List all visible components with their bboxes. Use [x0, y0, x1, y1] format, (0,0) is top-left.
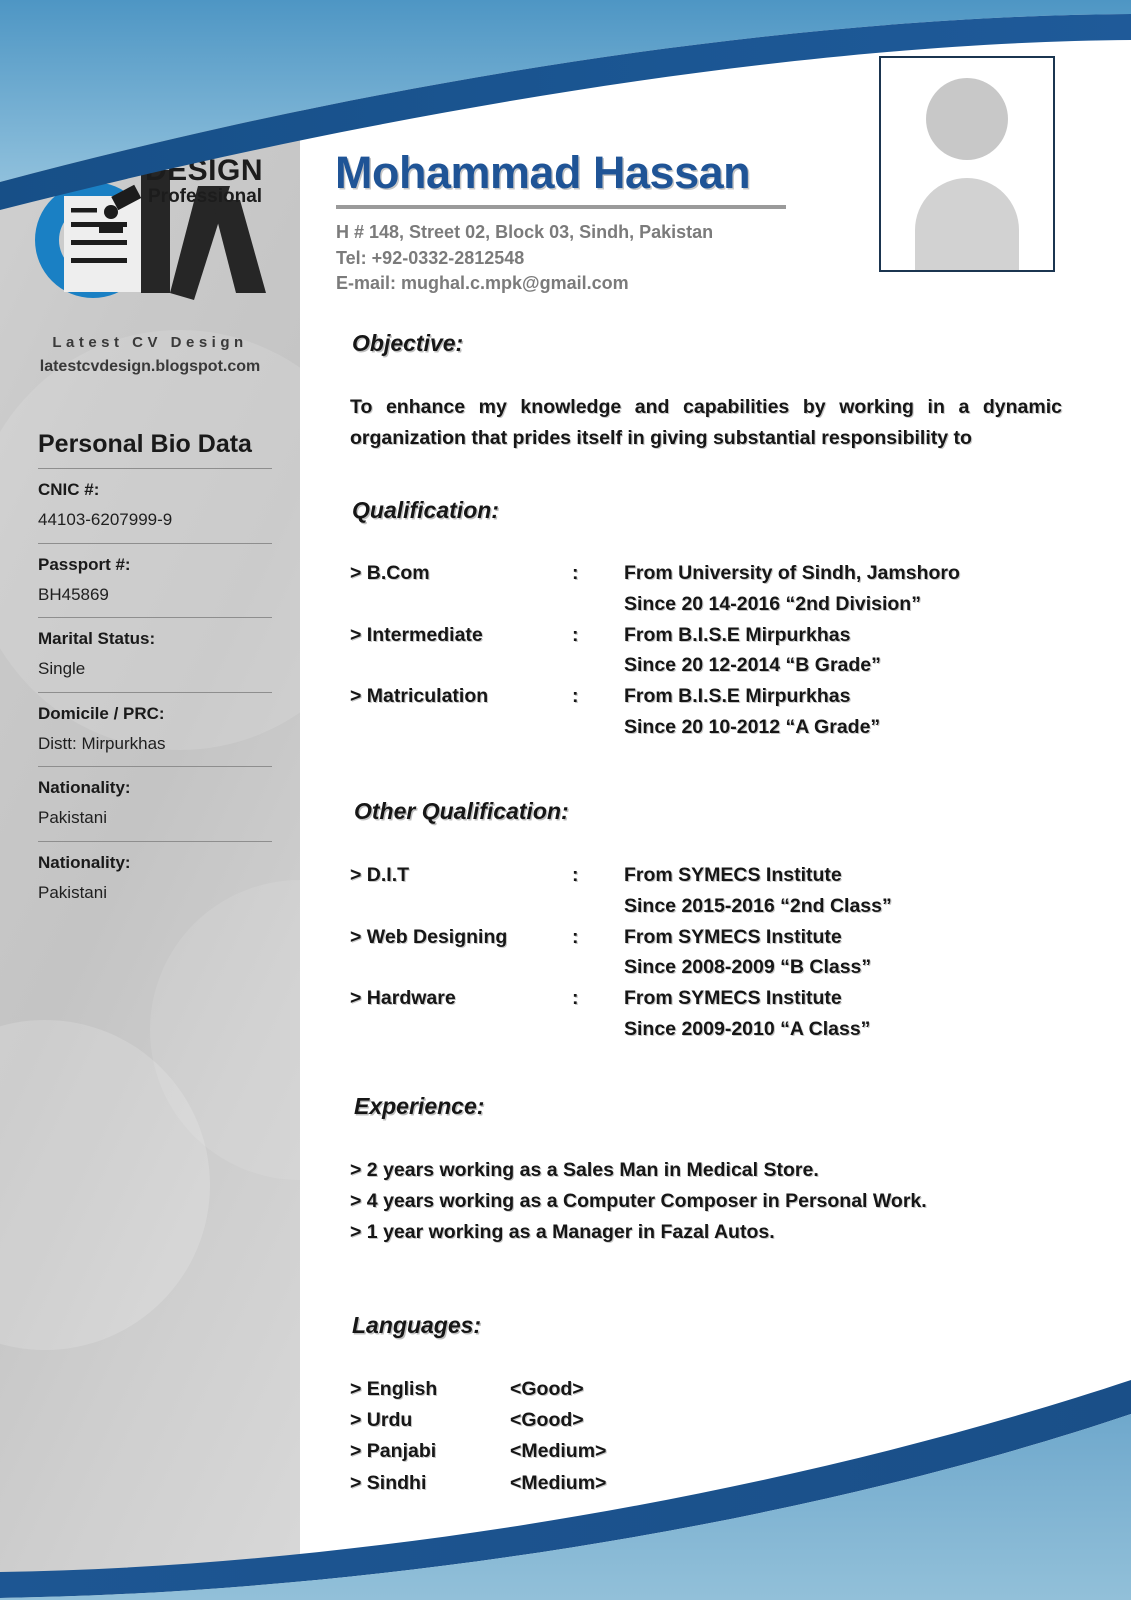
page-title: Mohammad Hassan [335, 147, 751, 198]
bio-value-passport: BH45869 [38, 584, 109, 604]
logo-url: latestcvdesign.blogspot.com [39, 358, 261, 375]
contact-phone: Tel: +92-0332-2812548 [336, 247, 525, 268]
bio-label-domicile: Domicile / PRC: [38, 703, 165, 723]
logo-tagline: Latest CV Design [52, 334, 248, 351]
bio-value-domicile: Distt: Mirpurkhas [38, 733, 166, 753]
sidebar: DESIGN Professional Latest CV Design lat… [0, 0, 301, 1600]
bio-data-list: CNIC #: 44103-6207999-9 Passport #: BH45… [38, 468, 272, 915]
bio-label-nationality-2: Nationality: [38, 852, 131, 872]
avatar-head-icon [926, 78, 1008, 160]
bio-label-cnic: CNIC #: [38, 480, 100, 499]
logo-professional-text: Professional [148, 186, 262, 207]
avatar [879, 56, 1055, 272]
cv-page: DESIGN Professional Latest CV Design lat… [0, 0, 1131, 1600]
title-underline [336, 205, 786, 209]
bio-value-nationality-2: Pakistani [38, 882, 107, 902]
bio-label-marital-status: Marital Status: [38, 629, 156, 648]
contact-address: H # 148, Street 02, Block 03, Sindh, Pak… [336, 222, 714, 242]
contact-email: E-mail: mughal.c.mpk@gmail.com [336, 273, 629, 294]
brand-logo: DESIGN Professional [18, 148, 283, 333]
bio-value-cnic: 44103-6207999-9 [38, 510, 173, 530]
avatar-body-icon [915, 178, 1019, 270]
bio-value-marital-status: Single [38, 659, 86, 679]
contact-block: H # 148, Street 02, Block 03, Sindh, Pak… [336, 220, 713, 297]
logo-design-text: DESIGN [145, 154, 263, 187]
bio-label-nationality: Nationality: [38, 778, 131, 797]
bio-label-passport: Passport #: [38, 554, 131, 574]
sidebar-title: Personal Bio Data [38, 430, 252, 458]
bio-value-nationality: Pakistani [38, 808, 107, 828]
